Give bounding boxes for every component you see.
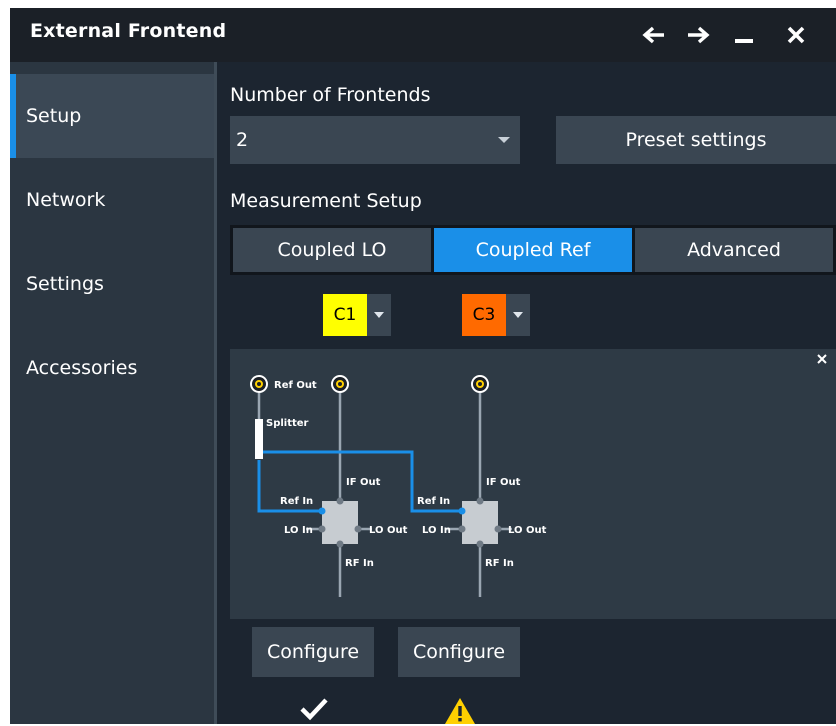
setup-panel: Number of Frontends 2 Preset settings Me… xyxy=(217,62,836,724)
warning-icon xyxy=(445,698,475,724)
configure-button-2[interactable]: Configure xyxy=(398,627,520,677)
if-out-label-1: IF Out xyxy=(346,477,381,488)
frontends-value: 2 xyxy=(236,129,249,151)
measurement-setup-label: Measurement Setup xyxy=(230,190,422,212)
channel-label-c1: C1 xyxy=(323,294,367,336)
channel-selector-2[interactable]: C3 xyxy=(462,294,530,336)
sidebar-item-accessories[interactable]: Accessories xyxy=(10,326,214,410)
back-arrow-button[interactable] xyxy=(638,20,670,50)
channel-selector-1[interactable]: C1 xyxy=(323,294,391,336)
lo-out-label-2: LO Out xyxy=(508,525,547,536)
ref-out-label: Ref Out xyxy=(274,380,317,391)
sidebar: Setup Network Settings Accessories xyxy=(10,62,214,724)
minimize-button[interactable] xyxy=(728,20,760,50)
minimize-icon xyxy=(735,39,753,43)
chevron-down-icon xyxy=(506,294,530,336)
channel-label-c3: C3 xyxy=(462,294,506,336)
close-icon xyxy=(787,26,805,44)
lo-in-label-1: LO In xyxy=(284,525,313,536)
check-icon xyxy=(300,698,328,721)
configure-button-1[interactable]: Configure xyxy=(252,627,374,677)
close-button[interactable] xyxy=(780,20,812,50)
wiring-diagram: Ref Out Splitter Ref In IF Out LO In LO … xyxy=(250,354,827,597)
splitter-label: Splitter xyxy=(266,418,309,429)
ref-in-label-2: Ref In xyxy=(417,496,450,507)
frontend-diagram: Ref Out Splitter Ref In IF Out LO In LO … xyxy=(230,349,836,619)
frontends-dropdown[interactable]: 2 xyxy=(230,116,520,164)
preset-settings-button[interactable]: Preset settings xyxy=(556,116,836,164)
splitter-block xyxy=(255,419,263,459)
external-frontend-dialog: External Frontend Setup Network Settings… xyxy=(10,8,836,724)
chevron-down-icon xyxy=(367,294,391,336)
channel-1-connector xyxy=(331,375,349,393)
expand-icon[interactable] xyxy=(817,354,827,364)
ref-out-connector xyxy=(250,375,268,393)
sidebar-item-network[interactable]: Network xyxy=(10,158,214,242)
measurement-setup-tabs: Coupled LO Coupled Ref Advanced xyxy=(230,225,836,275)
frontend-2-block xyxy=(462,501,498,544)
back-arrow-icon xyxy=(642,26,664,44)
tab-advanced[interactable]: Advanced xyxy=(635,228,833,272)
forward-arrow-button[interactable] xyxy=(682,20,714,50)
tab-coupled-lo[interactable]: Coupled LO xyxy=(233,228,431,272)
rf-in-label-1: RF In xyxy=(345,558,374,569)
frontends-label: Number of Frontends xyxy=(230,84,431,106)
title-bar: External Frontend xyxy=(10,8,836,62)
lo-in-label-2: LO In xyxy=(422,525,451,536)
frontend-1-block xyxy=(322,501,358,544)
channel-3-connector xyxy=(471,375,489,393)
chevron-down-icon xyxy=(498,137,510,143)
sidebar-item-settings[interactable]: Settings xyxy=(10,242,214,326)
forward-arrow-icon xyxy=(688,26,710,44)
sidebar-item-setup[interactable]: Setup xyxy=(10,74,214,158)
lo-out-label-1: LO Out xyxy=(369,525,408,536)
dialog-title: External Frontend xyxy=(30,20,227,42)
if-out-label-2: IF Out xyxy=(486,477,521,488)
tab-coupled-ref[interactable]: Coupled Ref xyxy=(434,228,632,272)
ref-in-label-1: Ref In xyxy=(280,496,313,507)
rf-in-label-2: RF In xyxy=(485,558,514,569)
